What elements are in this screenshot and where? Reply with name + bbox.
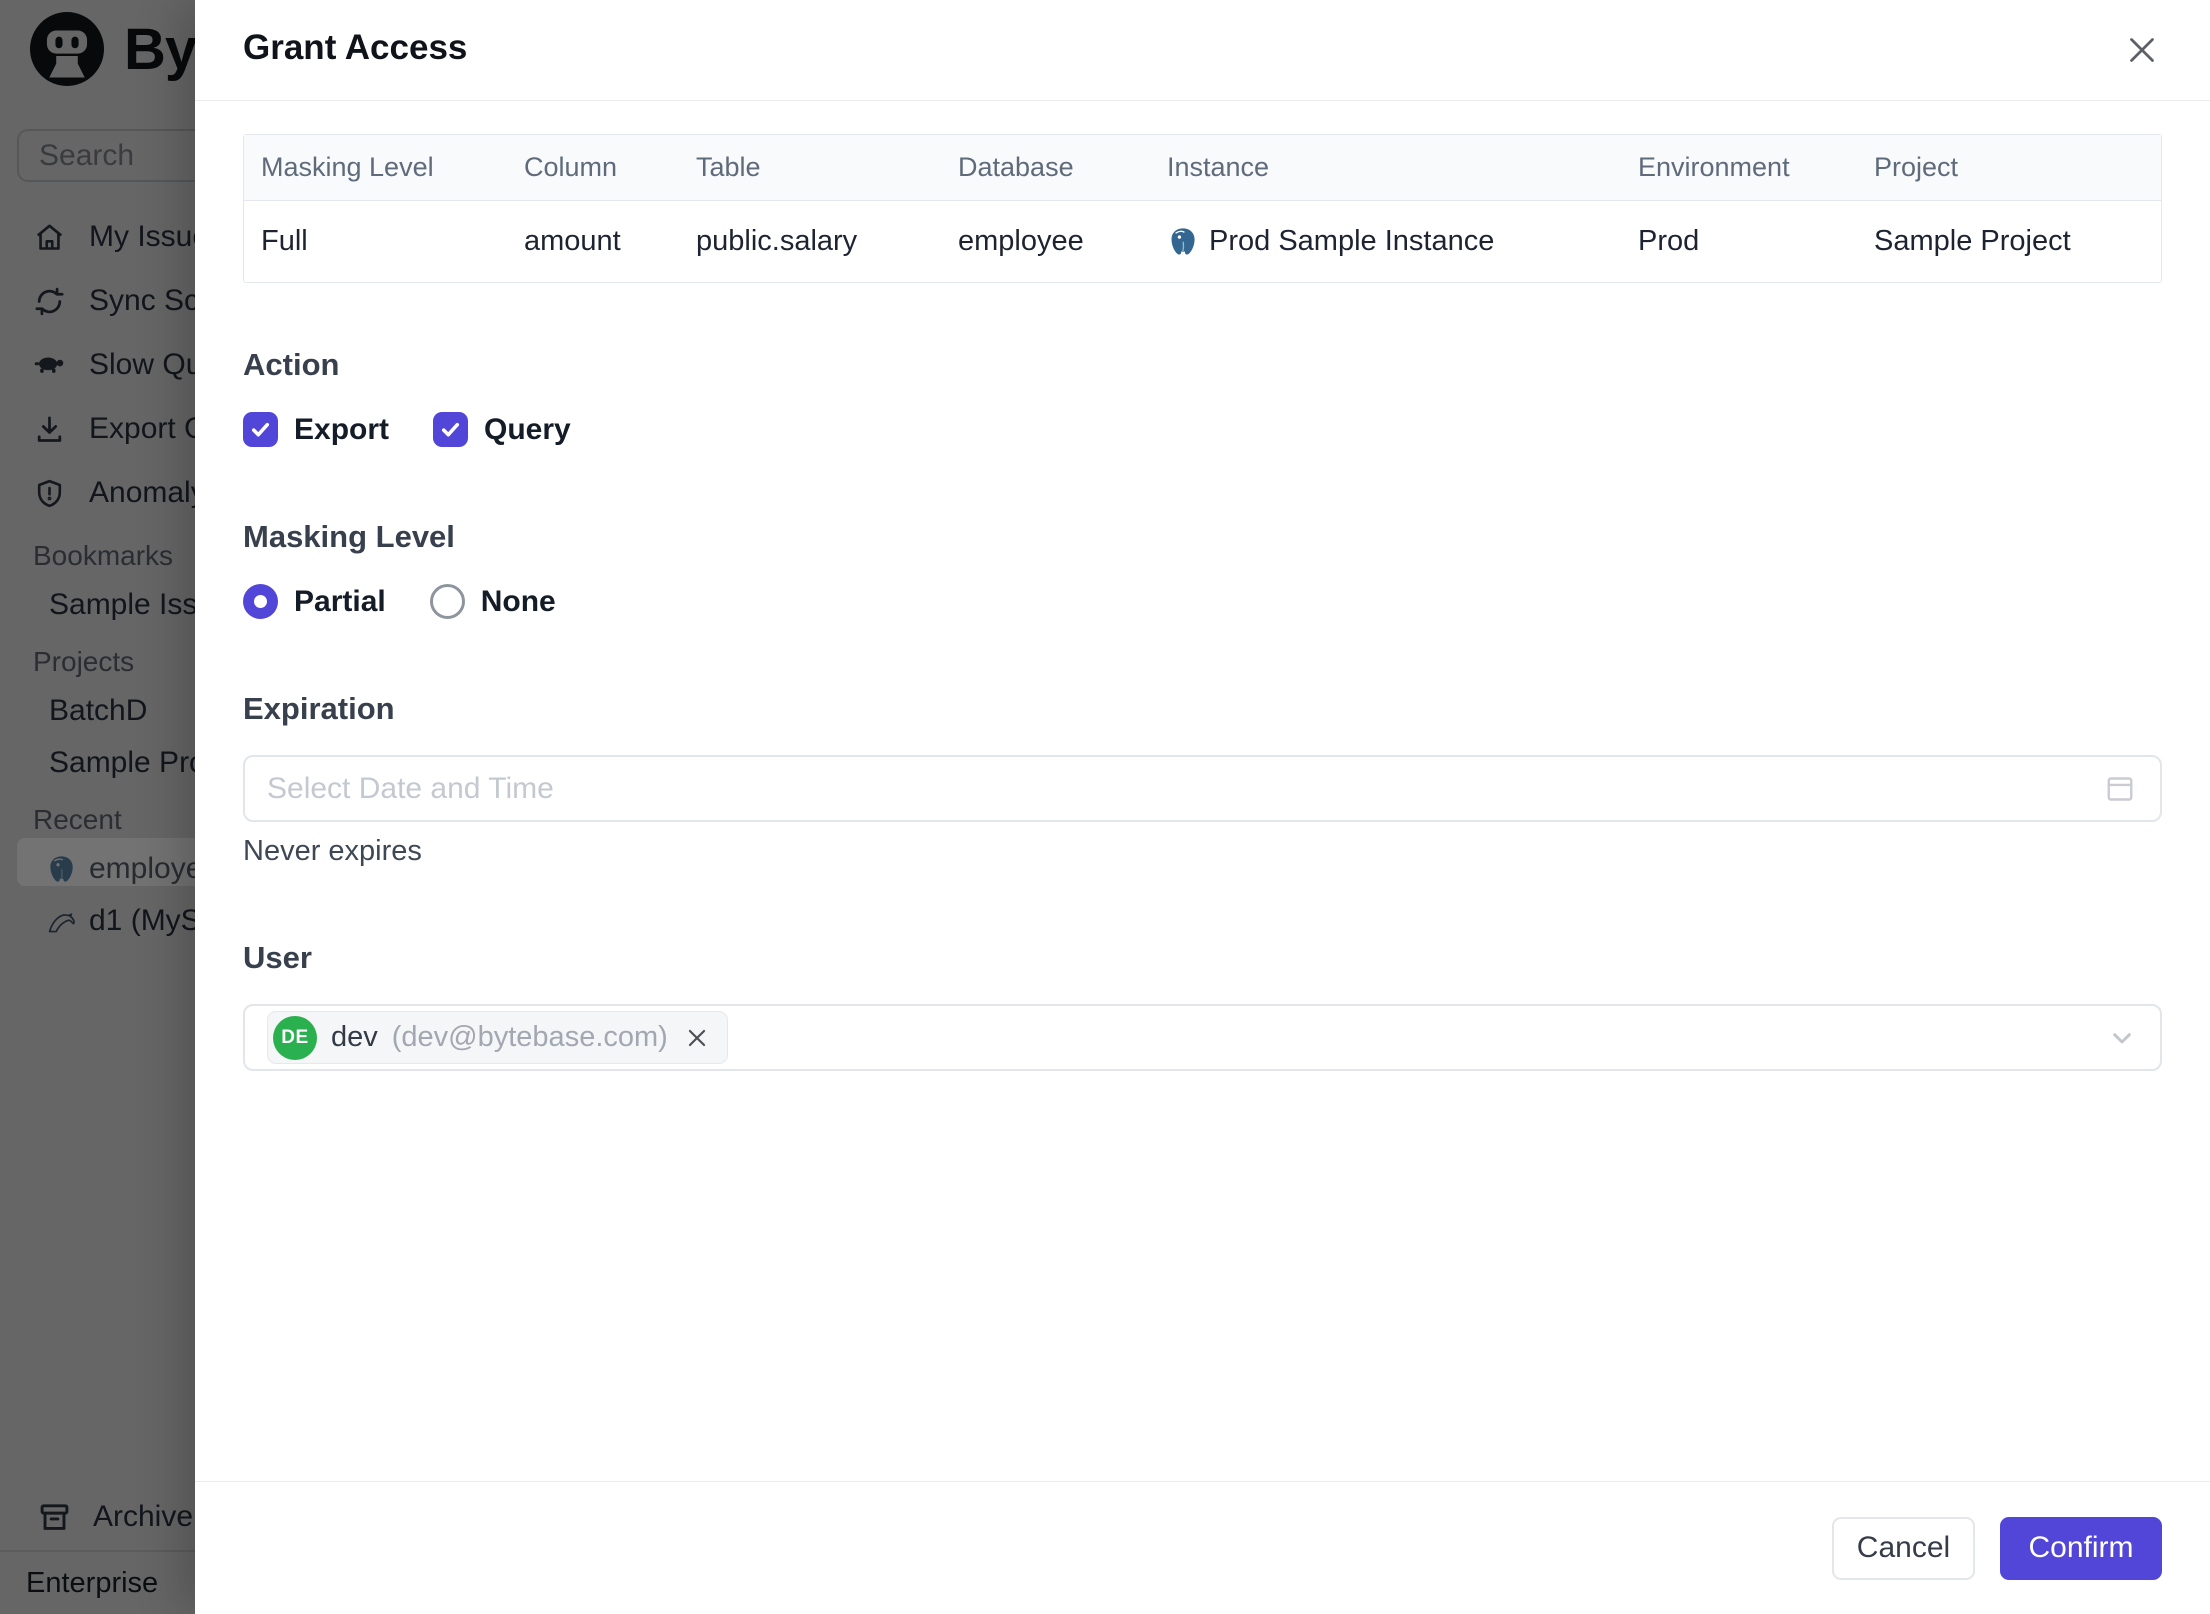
close-icon <box>2130 38 2154 62</box>
grant-summary-table: Masking Level Column Table Database Inst… <box>243 134 2162 283</box>
action-heading: Action <box>243 347 340 382</box>
export-checkbox[interactable]: Export <box>243 412 389 447</box>
radio-selected-icon <box>243 584 278 619</box>
modal-backdrop[interactable] <box>0 0 195 1614</box>
checkbox-checked-icon <box>433 412 469 447</box>
calendar-icon[interactable] <box>2102 771 2138 807</box>
expiration-date-input[interactable]: Select Date and Time <box>243 755 2162 822</box>
checkbox-checked-icon <box>243 412 278 447</box>
col-header-table: Table <box>679 135 941 201</box>
none-label: None <box>480 584 556 618</box>
col-header-project: Project <box>1857 135 2161 201</box>
chevron-down-icon <box>2113 1032 2131 1043</box>
user-email: (dev@bytebase.com) <box>391 1021 668 1053</box>
col-header-column: Column <box>507 135 679 201</box>
modal-title: Grant Access <box>243 28 468 67</box>
export-label: Export <box>294 412 390 446</box>
masking-level-options: Partial None <box>243 584 2162 619</box>
modal-body: Masking Level Column Table Database Inst… <box>195 101 2210 1481</box>
cell-project: Sample Project <box>1874 225 2071 257</box>
radio-unselected-icon <box>429 584 465 619</box>
table-header-row: Masking Level Column Table Database Inst… <box>244 135 2161 201</box>
postgres-icon <box>1171 227 1195 255</box>
cancel-button[interactable]: Cancel <box>1832 1516 1975 1580</box>
user-select[interactable]: DE dev (dev@bytebase.com) <box>243 1004 2162 1071</box>
cell-masking-level: Full <box>261 225 308 257</box>
none-radio[interactable]: None <box>429 584 556 619</box>
cell-table: public.salary <box>696 225 858 257</box>
instance-name: Prod Sample Instance <box>1209 225 1495 257</box>
query-label: Query <box>484 412 571 446</box>
app-screen: Bytebase Search My Issues Sync Schema Sl… <box>0 0 2210 1614</box>
col-header-database: Database <box>941 135 1150 201</box>
never-expires-note: Never expires <box>243 835 422 867</box>
cell-environment: Prod <box>1638 225 1700 257</box>
close-button[interactable] <box>2118 26 2166 74</box>
table-row: Full amount public.salary employee Prod … <box>244 201 2161 282</box>
close-icon <box>688 1029 705 1046</box>
modal-header: Grant Access <box>195 0 2210 101</box>
partial-radio[interactable]: Partial <box>243 584 386 619</box>
col-header-environment: Environment <box>1621 135 1857 201</box>
date-input-placeholder: Select Date and Time <box>267 771 554 805</box>
action-options: Export Query <box>243 412 2162 447</box>
remove-user-button[interactable] <box>682 1023 712 1053</box>
cell-database: employee <box>958 225 1084 257</box>
masking-level-heading: Masking Level <box>243 519 455 554</box>
grant-access-modal: Grant Access Masking Level Column Table … <box>195 0 2210 1614</box>
user-tag: DE dev (dev@bytebase.com) <box>267 1011 728 1064</box>
expiration-heading: Expiration <box>243 691 395 726</box>
modal-footer: Cancel Confirm <box>195 1481 2210 1614</box>
query-checkbox[interactable]: Query <box>433 412 571 447</box>
cell-instance: Prod Sample Instance <box>1150 201 1621 282</box>
cell-column: amount <box>524 225 621 257</box>
avatar: DE <box>273 1015 317 1060</box>
confirm-button[interactable]: Confirm <box>2000 1516 2162 1580</box>
col-header-masking-level: Masking Level <box>244 135 507 201</box>
partial-label: Partial <box>294 584 386 618</box>
user-heading: User <box>243 940 312 975</box>
user-name: dev <box>331 1021 378 1053</box>
col-header-instance: Instance <box>1150 135 1621 201</box>
